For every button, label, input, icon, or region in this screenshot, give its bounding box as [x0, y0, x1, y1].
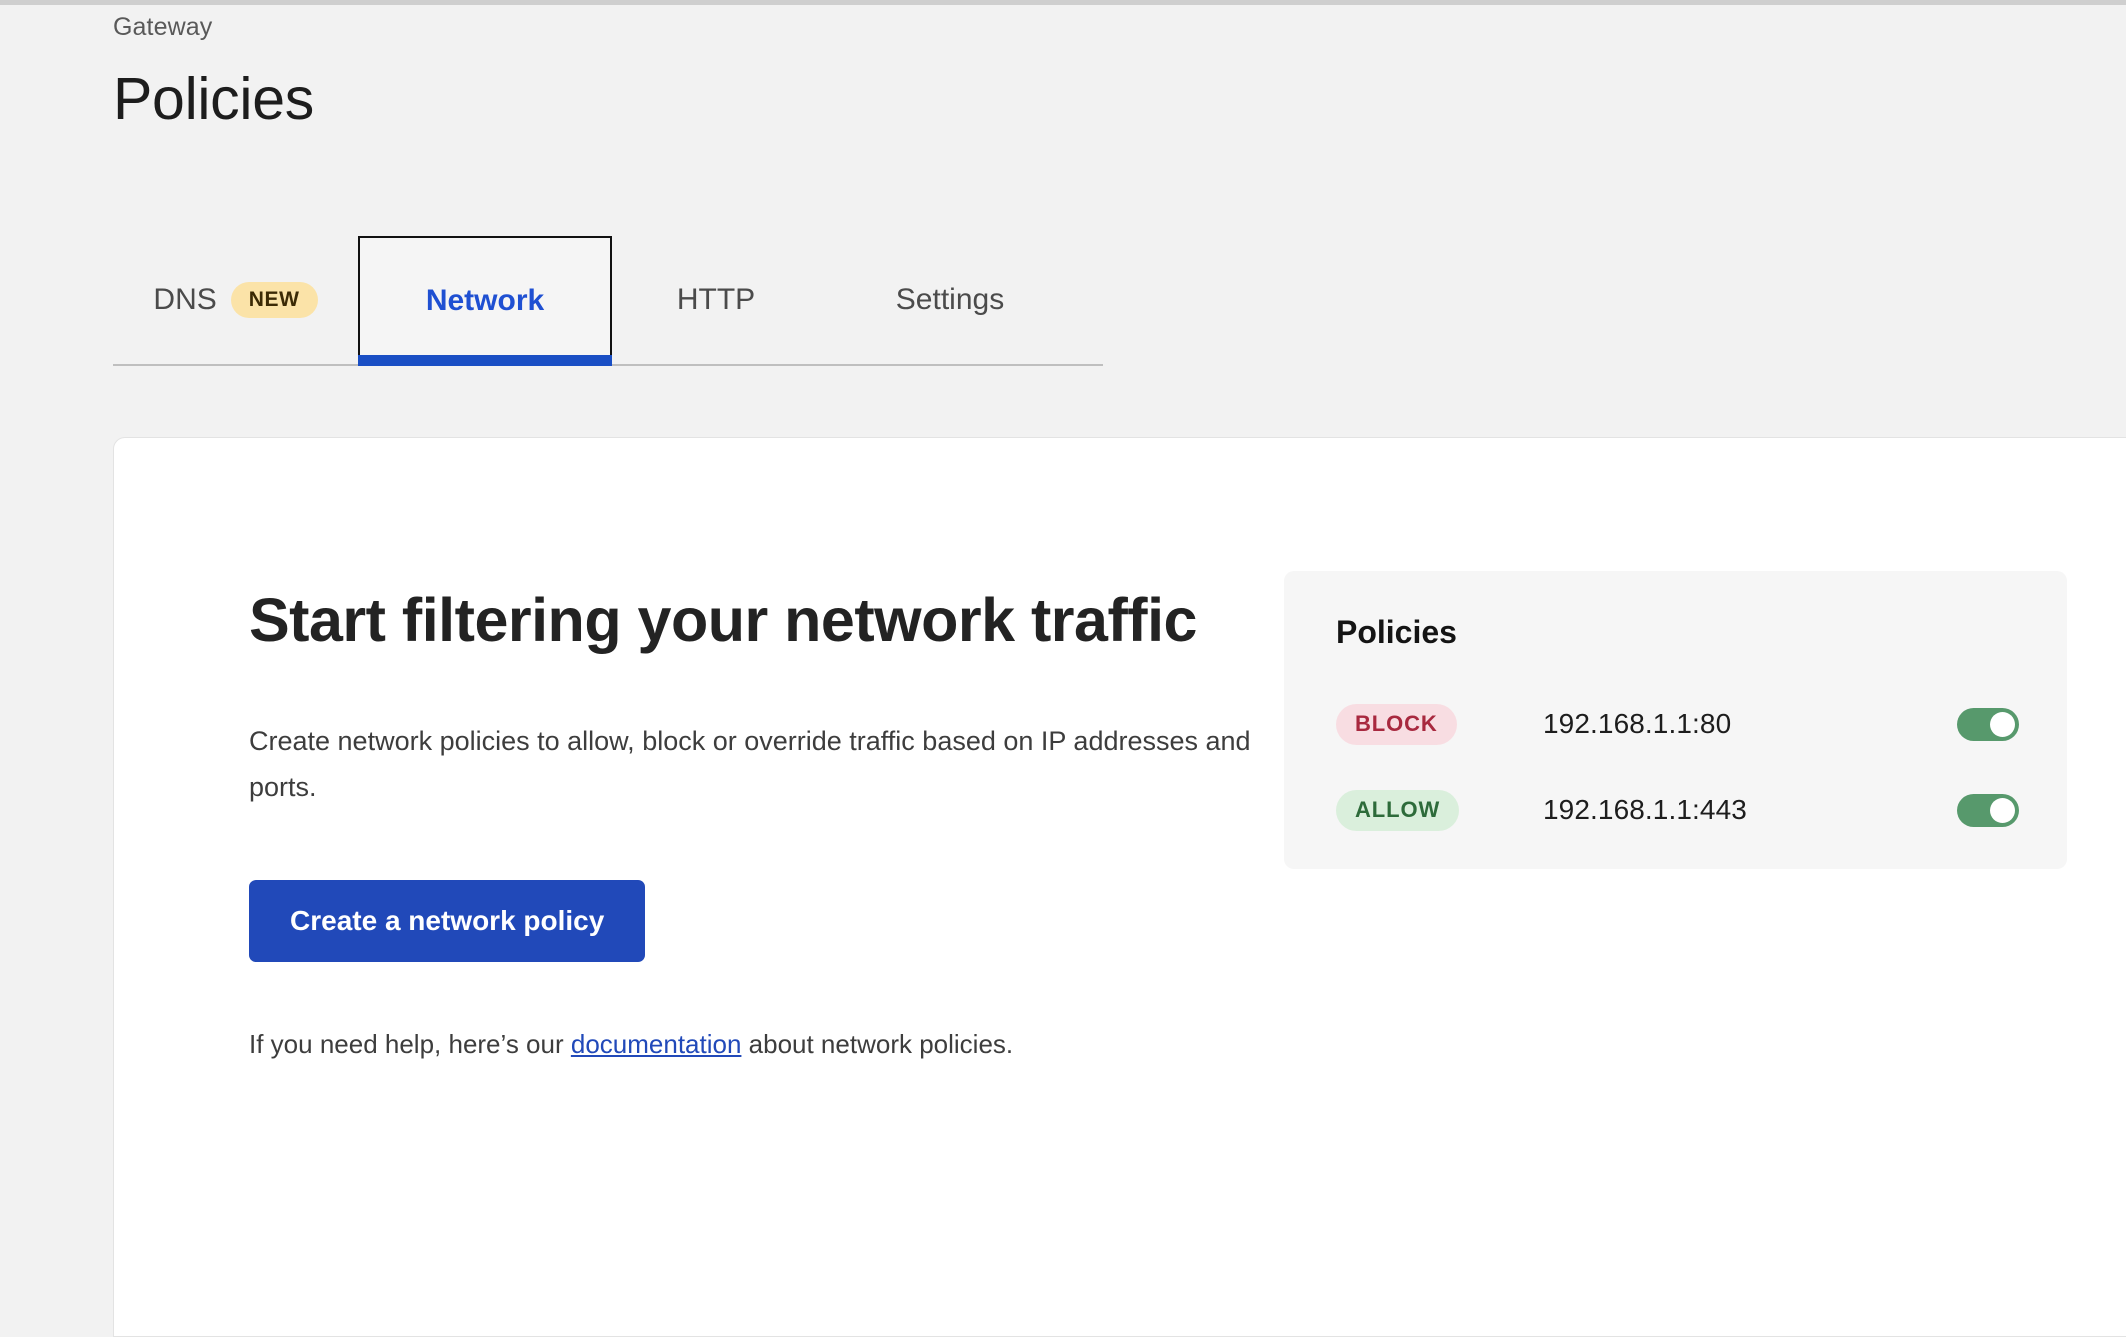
toggle-knob [1990, 797, 2015, 823]
page-title: Policies [113, 66, 314, 132]
policies-preview-card: Policies BLOCK 192.168.1.1:80 ALLOW 192.… [1284, 571, 2067, 869]
page-header: Gateway Policies [113, 5, 1513, 134]
policy-enabled-toggle[interactable] [1957, 793, 2019, 827]
content-card: Start filtering your network traffic Cre… [113, 437, 2126, 1337]
tab-http[interactable]: HTTP [612, 236, 820, 364]
empty-state-title: Start filtering your network traffic [249, 586, 1197, 654]
policy-row: BLOCK 192.168.1.1:80 [1336, 681, 2019, 767]
tab-dns-label: DNS [153, 283, 217, 316]
breadcrumb[interactable]: Gateway [113, 5, 1513, 42]
policies-preview-list: BLOCK 192.168.1.1:80 ALLOW 192.168.1.1:4… [1336, 681, 2019, 853]
empty-state: Start filtering your network traffic Cre… [249, 578, 1259, 1064]
policy-toggle-cell [1943, 793, 2019, 827]
toggle-knob [1990, 711, 2015, 737]
empty-state-description: Create network policies to allow, block … [249, 726, 1251, 802]
tab-settings-label: Settings [895, 283, 1005, 316]
status-badge-allow: ALLOW [1336, 789, 1460, 831]
help-suffix: about network policies. [741, 1028, 1014, 1059]
tab-bar: DNS NEW Network HTTP Settings [113, 236, 1103, 366]
tab-http-label: HTTP [676, 283, 756, 316]
help-prefix: If you need help, here’s our [249, 1028, 571, 1059]
policies-preview-title: Policies [1336, 614, 1457, 650]
create-network-policy-button[interactable]: Create a network policy [249, 879, 646, 962]
policy-action: BLOCK [1336, 703, 1496, 745]
policy-target: 192.168.1.1:443 [1543, 794, 1747, 825]
policy-enabled-toggle[interactable] [1957, 707, 2019, 741]
documentation-link[interactable]: documentation [571, 1029, 742, 1059]
status-badge-block: BLOCK [1336, 703, 1457, 745]
policy-row: ALLOW 192.168.1.1:443 [1336, 767, 2019, 853]
tab-dns[interactable]: DNS NEW [113, 236, 358, 364]
tab-list: DNS NEW Network HTTP Settings [113, 236, 1103, 366]
policy-toggle-cell [1943, 707, 2019, 741]
tab-network[interactable]: Network [358, 236, 612, 366]
tab-settings[interactable]: Settings [820, 236, 1080, 364]
policy-target: 192.168.1.1:80 [1543, 708, 1732, 739]
empty-state-help: If you need help, here’s our documentati… [249, 962, 1259, 1064]
policy-action: ALLOW [1336, 789, 1496, 831]
tab-network-label: Network [425, 284, 545, 317]
new-badge: NEW [230, 282, 318, 318]
